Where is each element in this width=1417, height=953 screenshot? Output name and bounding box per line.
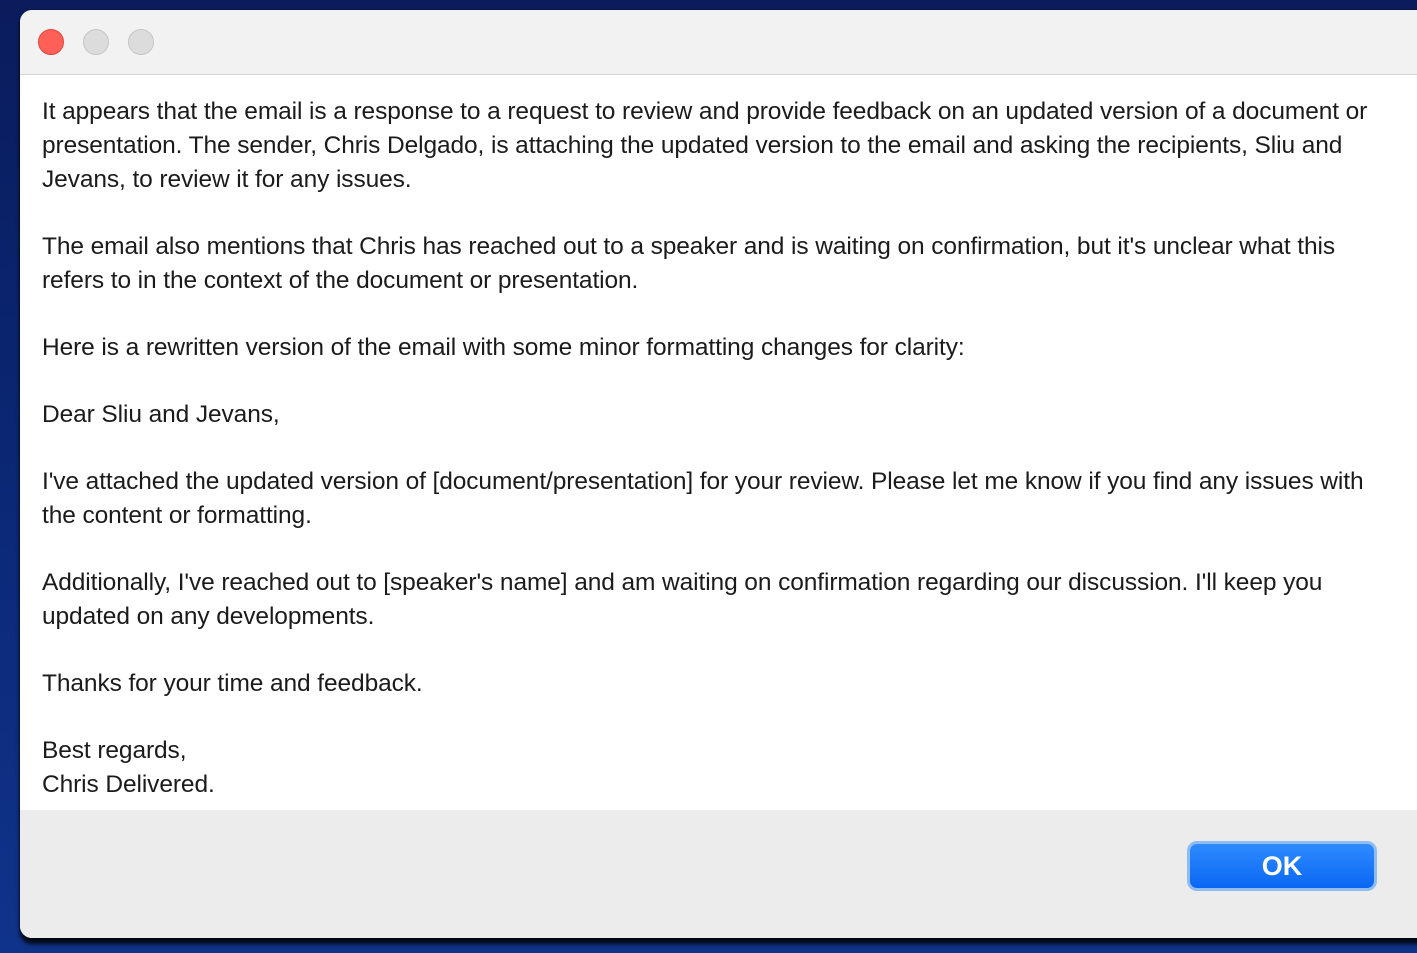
signature-name: Chris Delivered.	[42, 771, 215, 798]
message-paragraph: Dear Sliu and Jevans,	[42, 401, 280, 428]
message-paragraph: Additionally, I've reached out to [speak…	[42, 569, 1323, 630]
ok-button[interactable]: OK	[1187, 841, 1377, 891]
message-paragraph: Here is a rewritten version of the email…	[42, 334, 965, 361]
message-paragraph: The email also mentions that Chris has r…	[42, 233, 1336, 294]
message-body: It appears that the email is a response …	[42, 95, 1382, 802]
minimize-window-button[interactable]	[83, 29, 109, 55]
dialog-footer: OK	[20, 810, 1417, 938]
signature-closing: Best regards,	[42, 737, 187, 764]
close-window-button[interactable]	[38, 29, 64, 55]
zoom-window-button[interactable]	[128, 29, 154, 55]
message-paragraph: Thanks for your time and feedback.	[42, 670, 423, 697]
message-paragraph: It appears that the email is a response …	[42, 98, 1368, 193]
signature-block: Best regards, Chris Delivered.	[42, 734, 1382, 802]
message-paragraph: I've attached the updated version of [do…	[42, 468, 1364, 529]
title-bar	[20, 10, 1417, 75]
alert-dialog: It appears that the email is a response …	[20, 10, 1417, 938]
